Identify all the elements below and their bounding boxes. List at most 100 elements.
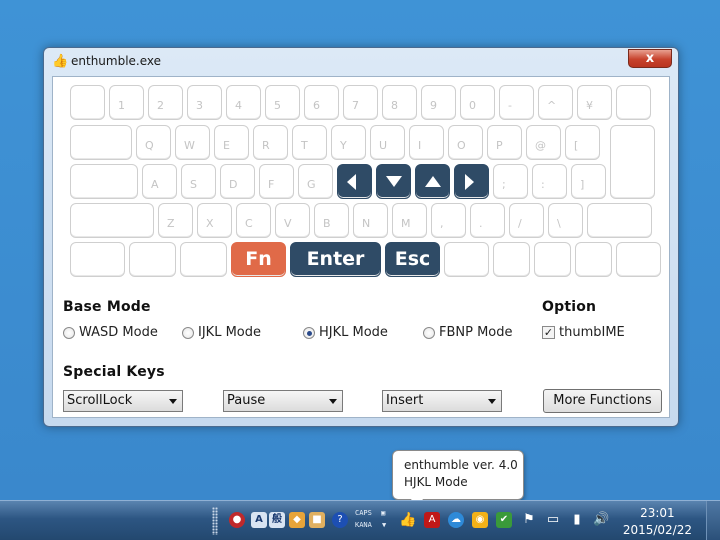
chrome-icon[interactable]: ◉ bbox=[472, 512, 488, 528]
key-[: [ bbox=[565, 125, 600, 160]
key-V: V bbox=[275, 203, 310, 238]
base-mode-heading: Base Mode bbox=[63, 299, 151, 315]
key-label: 5 bbox=[274, 99, 281, 112]
power-plug-icon[interactable]: ▮ bbox=[569, 512, 585, 528]
radio-label: FBNP Mode bbox=[439, 325, 513, 340]
key-blank bbox=[493, 242, 530, 277]
ime-kanji-icon[interactable]: 般 bbox=[269, 512, 285, 528]
key-X: X bbox=[197, 203, 232, 238]
key--: - bbox=[499, 85, 534, 120]
more-functions-button[interactable]: More Functions bbox=[543, 389, 662, 413]
chevron-down-icon[interactable]: ▼ bbox=[382, 521, 386, 529]
help-icon[interactable]: ? bbox=[332, 512, 348, 528]
security-shield-icon[interactable]: ✔ bbox=[496, 512, 512, 528]
key-label: D bbox=[229, 178, 238, 191]
key-label: [ bbox=[574, 139, 579, 152]
tooltip-version: enthumble ver. 4.0 bbox=[404, 458, 518, 472]
taskbar-grip[interactable] bbox=[212, 507, 218, 535]
key-label: F bbox=[268, 178, 275, 191]
key-label: . bbox=[479, 217, 483, 230]
key-¥: ¥ bbox=[577, 85, 612, 120]
key-label: S bbox=[190, 178, 197, 191]
key-blank bbox=[616, 242, 661, 277]
key-label: ] bbox=[580, 178, 585, 191]
key-label: Y bbox=[340, 139, 347, 152]
key-blank bbox=[575, 242, 612, 277]
show-desktop-button[interactable] bbox=[706, 501, 720, 540]
title-bar[interactable]: 👍 enthumble.exe x bbox=[44, 48, 678, 76]
key-label: X bbox=[206, 217, 214, 230]
key-S: S bbox=[181, 164, 216, 199]
key-label: Esc bbox=[394, 248, 431, 270]
radio-hjkl[interactable]: HJKL Mode bbox=[303, 325, 413, 341]
option-heading: Option bbox=[542, 299, 597, 315]
thumbime-checkbox[interactable]: ✓ thumbIME bbox=[542, 325, 642, 341]
key-label: M bbox=[401, 217, 411, 230]
tray-tooltip: enthumble ver. 4.0 HJKL Mode bbox=[392, 450, 524, 508]
enthumble-tray-icon[interactable]: 👍 bbox=[399, 512, 416, 528]
radio-dot bbox=[63, 327, 75, 339]
special-key-select-2[interactable]: Pause bbox=[223, 390, 343, 412]
key-label: W bbox=[184, 139, 195, 152]
key-label: ¥ bbox=[586, 99, 593, 112]
network-icon[interactable]: ▭ bbox=[545, 512, 561, 528]
key-return-tall bbox=[610, 125, 655, 199]
kana-indicator: KANA bbox=[355, 521, 372, 529]
key-label: E bbox=[223, 139, 230, 152]
key-N: N bbox=[353, 203, 388, 238]
key-label: R bbox=[262, 139, 270, 152]
key-label: \ bbox=[557, 217, 561, 230]
radio-dot-selected bbox=[303, 327, 315, 339]
special-key-select-3[interactable]: Insert bbox=[382, 390, 502, 412]
ime-mode-icon[interactable]: A bbox=[251, 512, 267, 528]
radio-wasd[interactable]: WASD Mode bbox=[63, 325, 173, 341]
key-Z: Z bbox=[158, 203, 193, 238]
key-up-arrow bbox=[415, 164, 450, 199]
up-arrow-icon bbox=[416, 165, 449, 198]
key-Q: Q bbox=[136, 125, 171, 160]
volume-icon[interactable]: 🔊 bbox=[593, 512, 609, 528]
ime-tool-icon[interactable]: ◆ bbox=[289, 512, 305, 528]
clock-time: 23:01 bbox=[640, 506, 675, 520]
key-label: , bbox=[440, 217, 444, 230]
key-label: Enter bbox=[306, 248, 365, 270]
key-2: 2 bbox=[148, 85, 183, 120]
key-,: , bbox=[431, 203, 466, 238]
cloud-icon[interactable]: ☁ bbox=[448, 512, 464, 528]
restore-icon[interactable]: ▣ bbox=[381, 509, 385, 517]
select-value: Pause bbox=[227, 393, 266, 408]
key-G: G bbox=[298, 164, 333, 199]
flag-icon[interactable]: ⚑ bbox=[521, 512, 537, 528]
taskbar: ● A 般 ◆ ■ ? CAPS KANA ▣ ▼ 👍 A ☁ ◉ ✔ ⚑ ▭ … bbox=[0, 500, 720, 540]
key-label: 4 bbox=[235, 99, 242, 112]
key-blank bbox=[444, 242, 489, 277]
special-key-select-1[interactable]: ScrollLock bbox=[63, 390, 183, 412]
radio-dot bbox=[423, 327, 435, 339]
key-label: 2 bbox=[157, 99, 164, 112]
key-label: 8 bbox=[391, 99, 398, 112]
enthumble-window: 👍 enthumble.exe x 1 2 3 4 5 6 7 8 9 0 - ^ ¥ Q W E R T Y U I O… bbox=[43, 47, 679, 427]
key-label: N bbox=[362, 217, 371, 230]
radio-fbnp[interactable]: FBNP Mode bbox=[423, 325, 533, 341]
ime-dictionary-icon[interactable]: ■ bbox=[309, 512, 325, 528]
close-button[interactable]: x bbox=[628, 49, 672, 68]
chevron-down-icon bbox=[329, 399, 337, 404]
acrobat-icon[interactable]: A bbox=[424, 512, 440, 528]
key-3: 3 bbox=[187, 85, 222, 120]
radio-label: IJKL Mode bbox=[198, 325, 261, 340]
key-label: P bbox=[496, 139, 503, 152]
key-:: : bbox=[532, 164, 567, 199]
key-enter: Enter bbox=[290, 242, 381, 277]
key-label: 9 bbox=[430, 99, 437, 112]
radio-dot bbox=[182, 327, 194, 339]
pin-icon[interactable]: ● bbox=[229, 512, 245, 528]
system-clock[interactable]: 23:01 2015/02/22 bbox=[623, 505, 692, 539]
down-arrow-icon bbox=[377, 165, 410, 198]
radio-ijkl[interactable]: IJKL Mode bbox=[182, 325, 282, 341]
key-label: : bbox=[541, 178, 545, 191]
key-label: Q bbox=[145, 139, 154, 152]
key-blank bbox=[70, 164, 138, 199]
key-D: D bbox=[220, 164, 255, 199]
key-label: ^ bbox=[547, 99, 557, 112]
select-value: Insert bbox=[386, 393, 424, 408]
